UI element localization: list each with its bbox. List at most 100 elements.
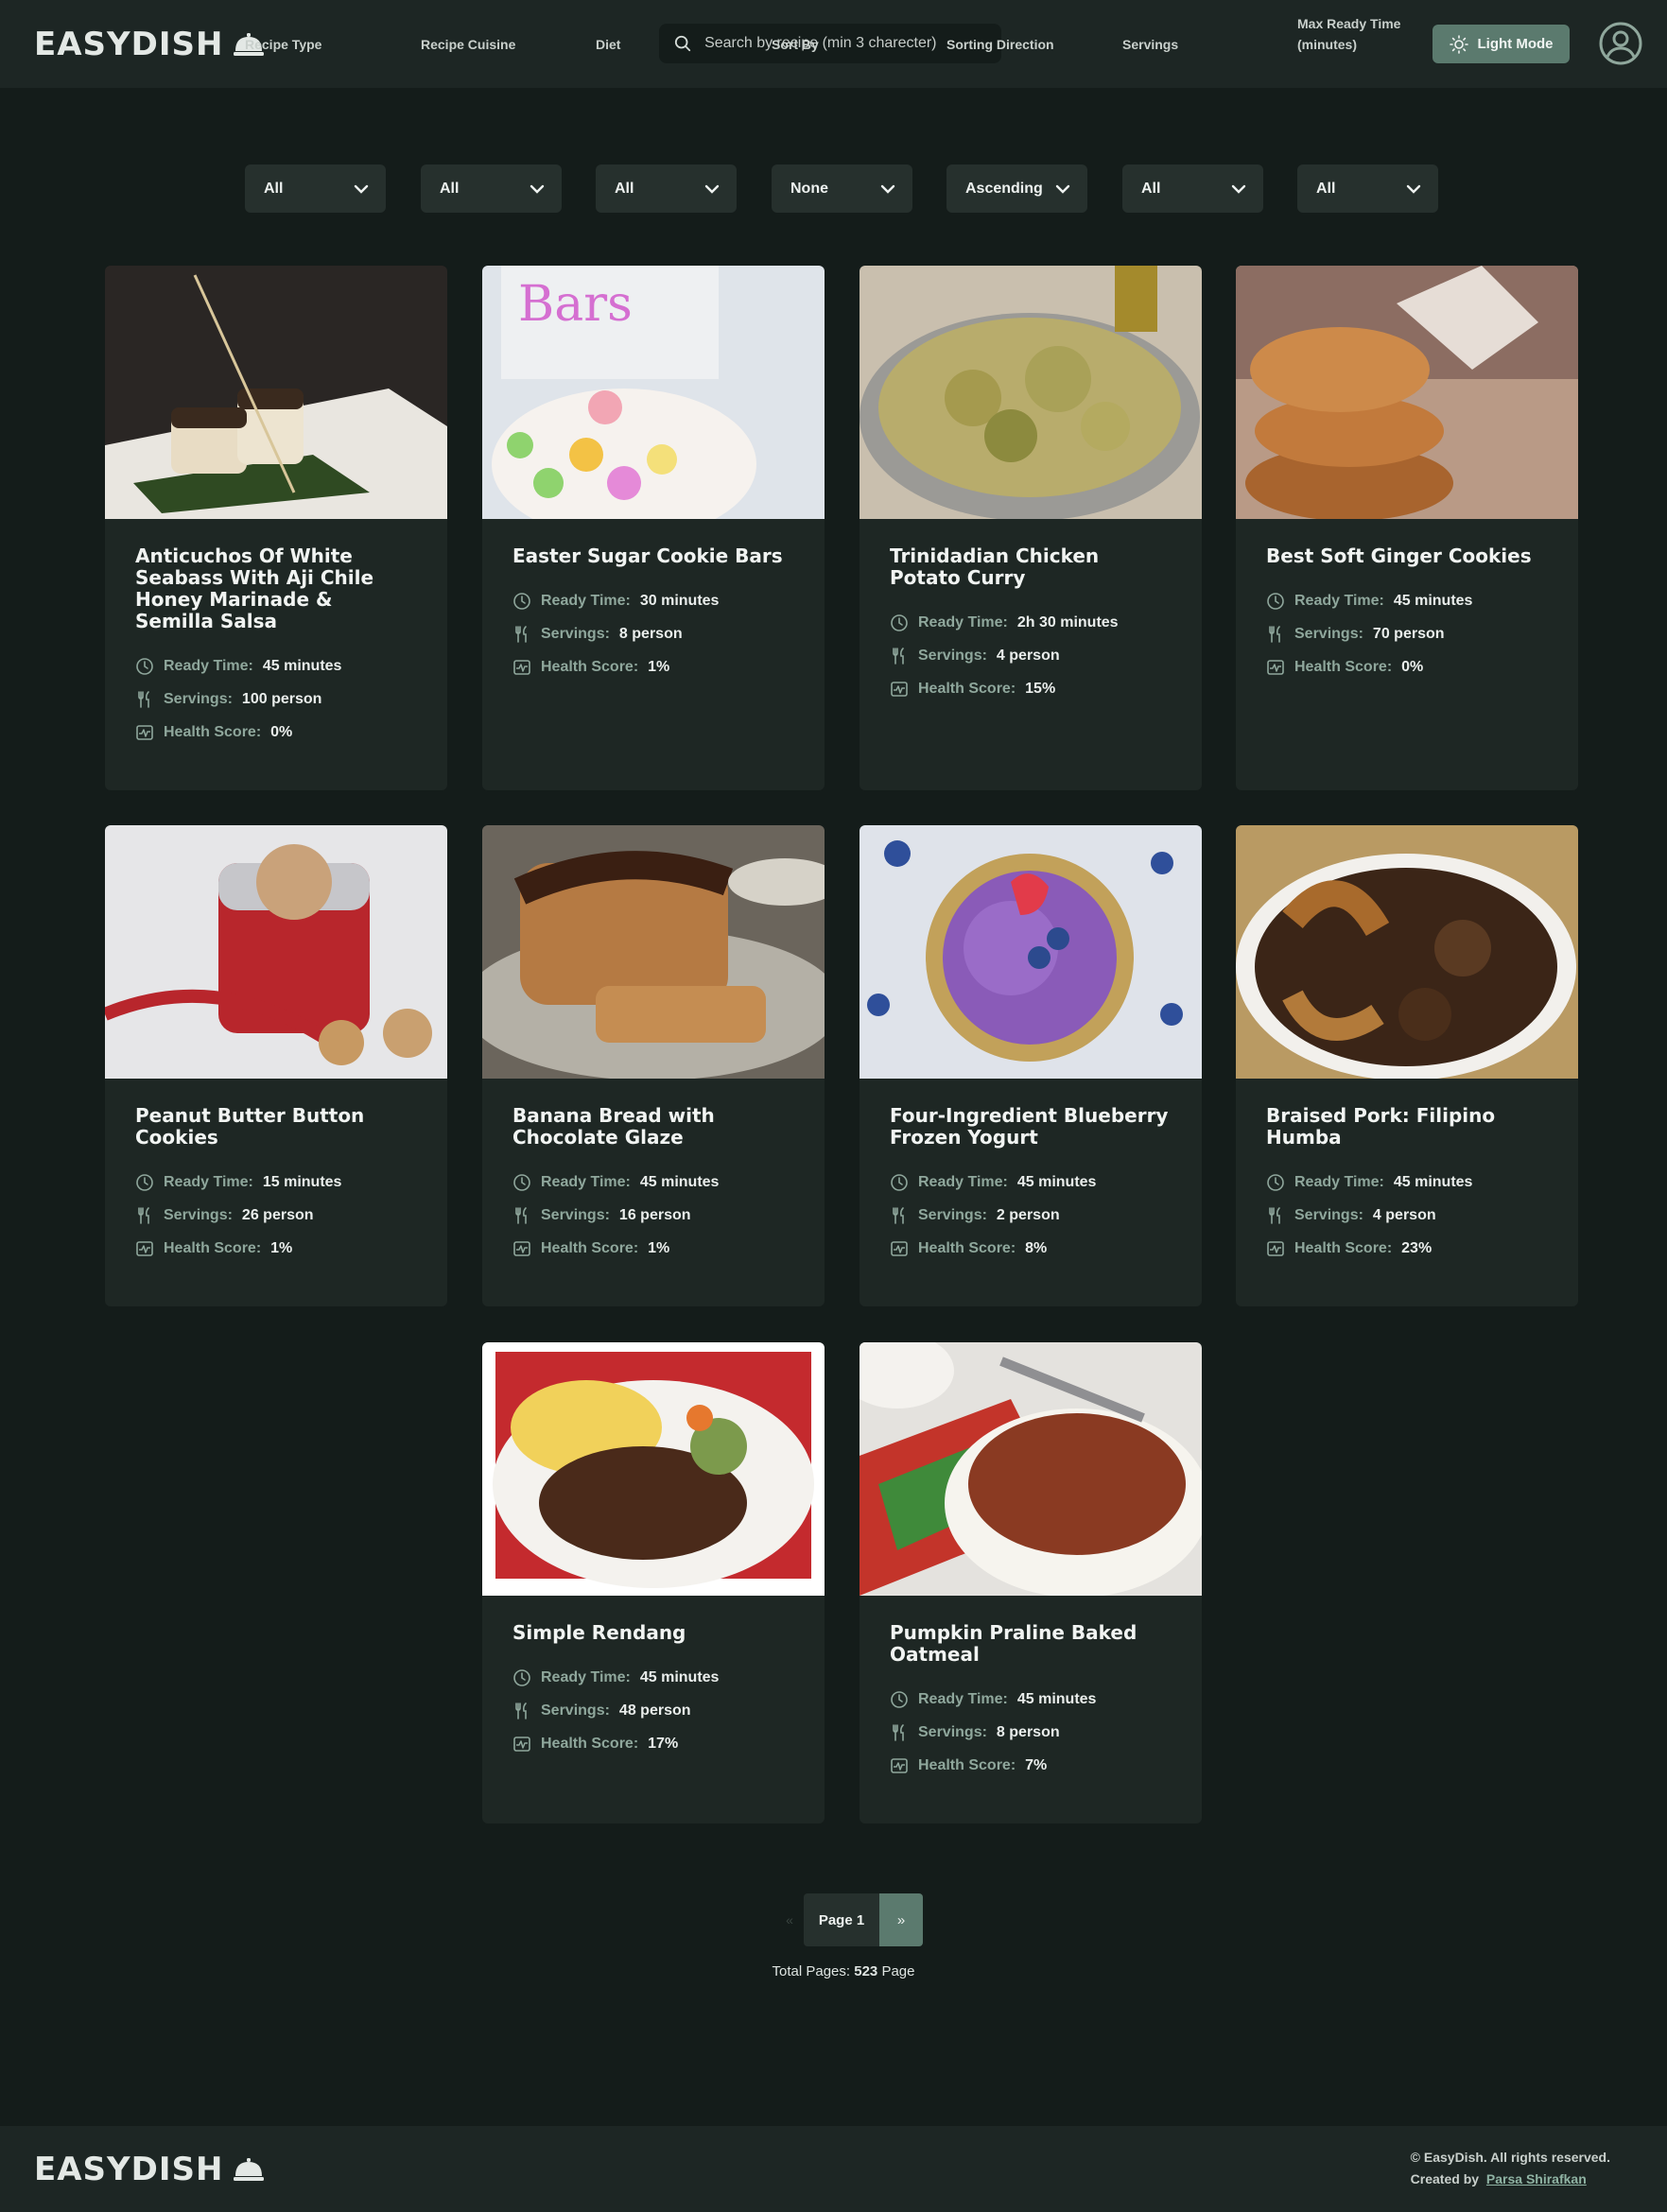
servings-label: Servings: xyxy=(164,690,233,707)
utensils-icon xyxy=(1266,1206,1285,1225)
footer: EASYDISH © EasyDish. All rights reserved… xyxy=(0,2126,1667,2212)
logo[interactable]: EASYDISH xyxy=(34,26,265,63)
current-page: Page 1 xyxy=(804,1893,879,1946)
health-score-value: 8% xyxy=(1025,1239,1048,1256)
ready-time: Ready Time: 45 minutes xyxy=(512,1661,794,1694)
recipe-card[interactable]: Best Soft Ginger Cookies Ready Time: 45 … xyxy=(1236,266,1578,790)
health-icon xyxy=(135,1239,154,1258)
health-icon xyxy=(1266,1239,1285,1258)
health-score-label: Health Score: xyxy=(541,658,639,675)
user-avatar-icon[interactable] xyxy=(1598,21,1643,66)
sort-by-select[interactable]: None xyxy=(772,164,912,213)
health-score-value: 7% xyxy=(1025,1756,1048,1773)
next-page-button[interactable]: » xyxy=(879,1893,923,1946)
pagination: « Page 1 » xyxy=(775,1893,923,1946)
servings-select[interactable]: All xyxy=(1122,164,1263,213)
created-by: Created by Parsa Shirafkan xyxy=(1411,2169,1610,2190)
sorting-direction-select[interactable]: Ascending xyxy=(946,164,1087,213)
previous-page-button[interactable]: « xyxy=(775,1912,804,1927)
health-score: Health Score: 0% xyxy=(135,716,417,749)
recipe-title[interactable]: Simple Rendang xyxy=(512,1622,794,1644)
recipe-image[interactable] xyxy=(860,266,1202,519)
servings-value: 16 person xyxy=(618,1206,691,1223)
servings-value: 8 person xyxy=(618,625,683,642)
health-icon xyxy=(1266,658,1285,677)
health-icon xyxy=(890,1239,909,1258)
health-score-label: Health Score: xyxy=(1294,1239,1393,1256)
recipe-card[interactable]: Braised Pork: Filipino Humba Ready Time:… xyxy=(1236,825,1578,1306)
servings: Servings: 4 person xyxy=(890,639,1172,672)
recipe-title[interactable]: Anticuchos Of White Seabass With Aji Chi… xyxy=(135,545,417,632)
health-score-label: Health Score: xyxy=(164,723,262,740)
ready-time-value: 2h 30 minutes xyxy=(1016,613,1119,631)
ready-time: Ready Time: 15 minutes xyxy=(135,1166,417,1199)
health-score: Health Score: 23% xyxy=(1266,1232,1548,1265)
servings-value: 70 person xyxy=(1372,625,1445,642)
utensils-icon xyxy=(512,625,531,644)
recipe-title[interactable]: Trinidadian Chicken Potato Curry xyxy=(890,545,1172,589)
recipe-image[interactable]: Bars xyxy=(482,266,825,519)
ready-time-value: 15 minutes xyxy=(262,1173,342,1190)
servings: Servings: 16 person xyxy=(512,1199,794,1232)
recipe-card[interactable]: Four-Ingredient Blueberry Frozen Yogurt … xyxy=(860,825,1202,1306)
ready-time-label: Ready Time: xyxy=(541,1668,631,1685)
select-value: All xyxy=(1316,180,1336,197)
utensils-icon xyxy=(1266,625,1285,644)
recipe-title[interactable]: Easter Sugar Cookie Bars xyxy=(512,545,794,567)
servings-label: Servings: xyxy=(541,1702,610,1719)
recipe-title[interactable]: Pumpkin Praline Baked Oatmeal xyxy=(890,1622,1172,1666)
sun-icon xyxy=(1449,34,1468,54)
recipe-title[interactable]: Braised Pork: Filipino Humba xyxy=(1266,1105,1548,1149)
recipe-image[interactable] xyxy=(860,1342,1202,1596)
health-score: Health Score: 17% xyxy=(512,1727,794,1760)
recipe-title[interactable]: Peanut Butter Button Cookies xyxy=(135,1105,417,1149)
health-score-label: Health Score: xyxy=(918,1756,1016,1773)
utensils-icon xyxy=(890,647,909,665)
recipe-image[interactable] xyxy=(105,266,447,519)
recipe-image[interactable] xyxy=(1236,266,1578,519)
diet-select[interactable]: All xyxy=(596,164,737,213)
health-score-label: Health Score: xyxy=(918,1239,1016,1256)
health-score-label: Health Score: xyxy=(1294,658,1393,675)
recipe-cuisine-select[interactable]: All xyxy=(421,164,562,213)
ready-time: Ready Time: 2h 30 minutes xyxy=(890,606,1172,639)
recipe-image[interactable] xyxy=(482,825,825,1079)
recipe-card[interactable]: Trinidadian Chicken Potato Curry Ready T… xyxy=(860,266,1202,790)
chevron-down-icon xyxy=(704,184,720,194)
recipe-title[interactable]: Four-Ingredient Blueberry Frozen Yogurt xyxy=(890,1105,1172,1149)
recipe-type-select[interactable]: All xyxy=(245,164,386,213)
health-score-label: Health Score: xyxy=(541,1735,639,1752)
health-score-value: 0% xyxy=(270,723,293,740)
recipe-card[interactable]: Bars Easter Sugar Cookie Bars Ready Time… xyxy=(482,266,825,790)
recipe-image[interactable] xyxy=(482,1342,825,1596)
max-ready-time-select[interactable]: All xyxy=(1297,164,1438,213)
filter-label: Max Ready Time (minutes) xyxy=(1297,16,1401,52)
recipe-card[interactable]: Anticuchos Of White Seabass With Aji Chi… xyxy=(105,266,447,790)
recipe-image[interactable] xyxy=(1236,825,1578,1079)
recipe-image[interactable] xyxy=(860,825,1202,1079)
ready-time-label: Ready Time: xyxy=(541,1173,631,1190)
svg-text:Bars: Bars xyxy=(518,276,633,333)
recipe-card[interactable]: Banana Bread with Chocolate Glaze Ready … xyxy=(482,825,825,1306)
select-value: All xyxy=(1141,180,1161,197)
clock-icon xyxy=(135,657,154,676)
servings-value: 4 person xyxy=(1372,1206,1436,1223)
author-link[interactable]: Parsa Shirafkan xyxy=(1486,2171,1587,2186)
recipe-card[interactable]: Peanut Butter Button Cookies Ready Time:… xyxy=(105,825,447,1306)
utensils-icon xyxy=(135,1206,154,1225)
ready-time-label: Ready Time: xyxy=(1294,592,1384,609)
recipe-card[interactable]: Pumpkin Praline Baked Oatmeal Ready Time… xyxy=(860,1342,1202,1823)
recipe-image[interactable] xyxy=(105,825,447,1079)
light-mode-button[interactable]: Light Mode xyxy=(1433,25,1570,63)
footer-logo[interactable]: EASYDISH xyxy=(34,2151,265,2188)
clock-icon xyxy=(1266,592,1285,611)
recipe-card[interactable]: Simple Rendang Ready Time: 45 minutes Se… xyxy=(482,1342,825,1823)
total-pages: Total Pages: 523 Page xyxy=(0,1963,1667,1979)
recipe-title[interactable]: Best Soft Ginger Cookies xyxy=(1266,545,1548,567)
ready-time-value: 45 minutes xyxy=(1016,1690,1097,1707)
health-score: Health Score: 1% xyxy=(512,650,794,683)
recipe-title[interactable]: Banana Bread with Chocolate Glaze xyxy=(512,1105,794,1149)
servings: Servings: 26 person xyxy=(135,1199,417,1232)
clock-icon xyxy=(512,592,531,611)
servings: Servings: 70 person xyxy=(1266,617,1548,650)
